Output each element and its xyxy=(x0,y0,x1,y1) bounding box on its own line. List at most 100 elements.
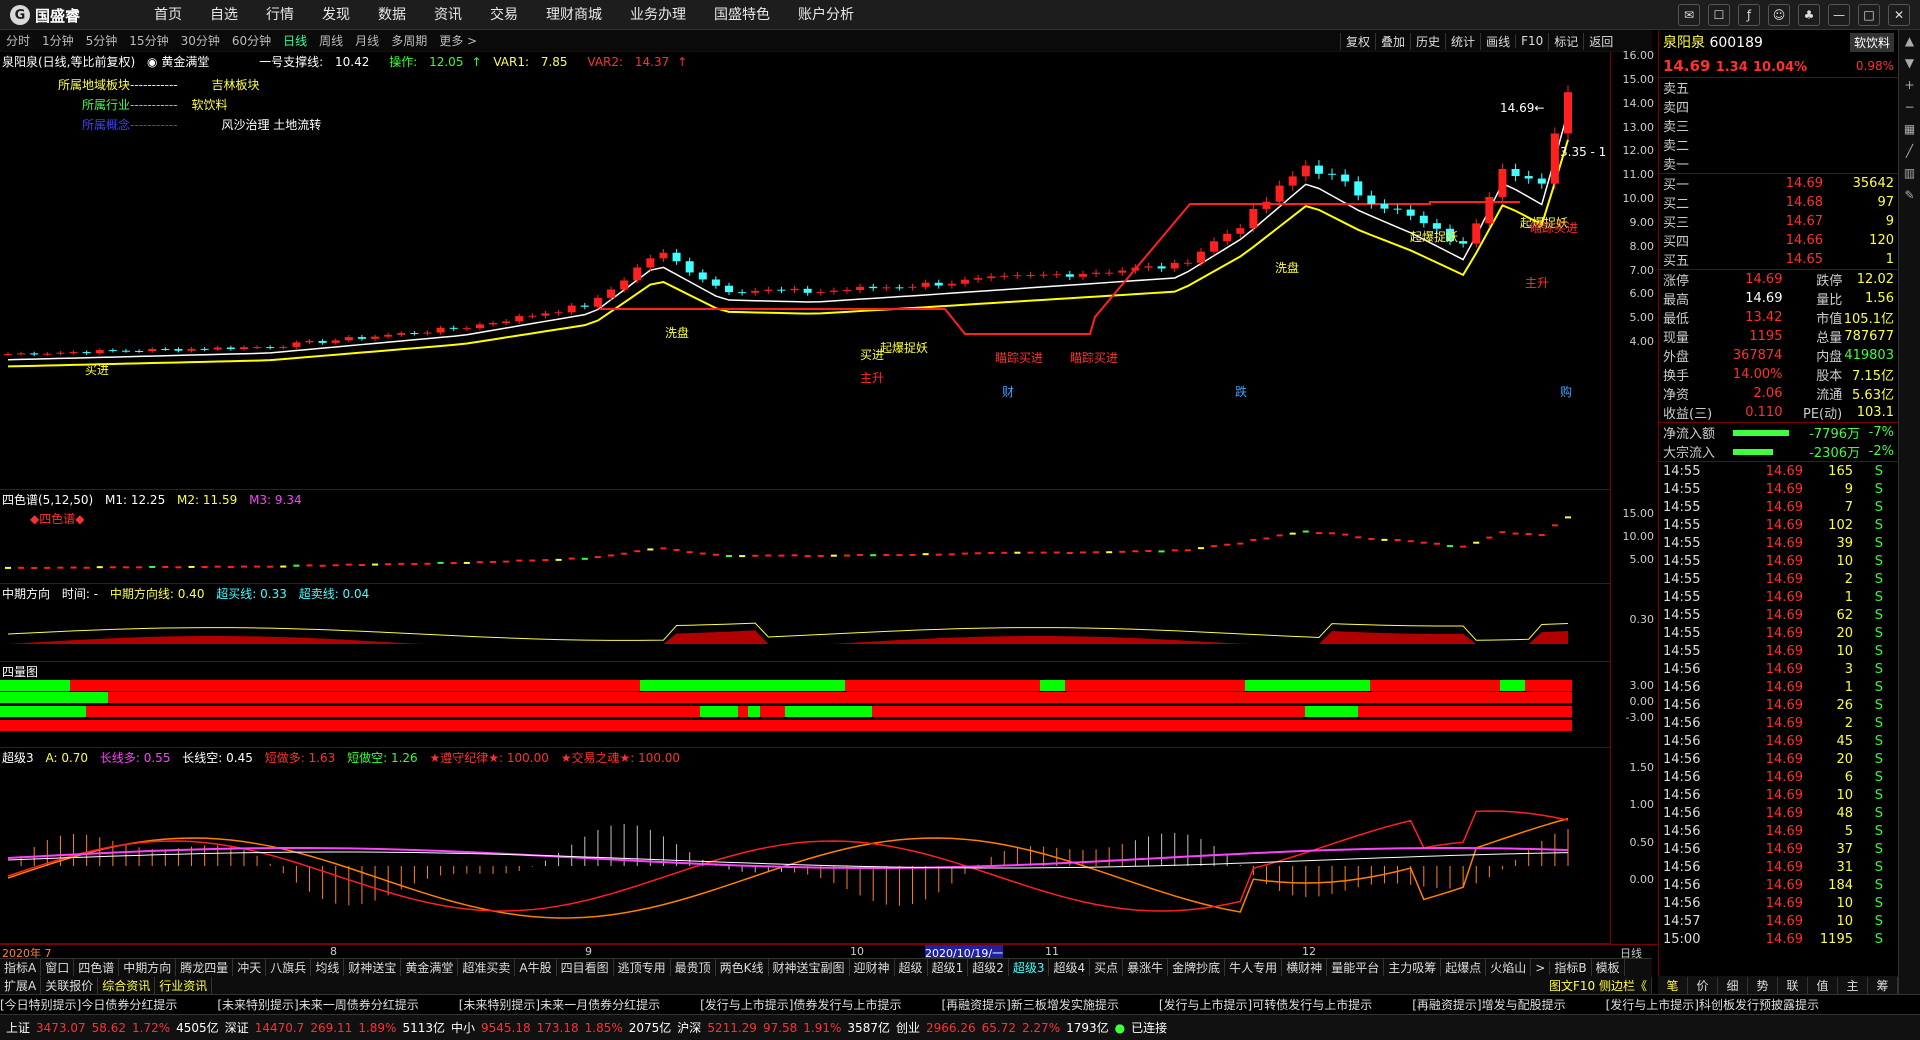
toolbar-button[interactable]: 历史 xyxy=(1410,32,1445,50)
period-tab[interactable]: 多周期 xyxy=(385,32,433,49)
info-tab[interactable]: 扩展A xyxy=(0,976,42,994)
toolbar-button[interactable]: 返回 xyxy=(1583,32,1618,50)
indicator-tab[interactable]: 超级3 xyxy=(1009,959,1050,976)
nav-item[interactable]: 国盛特色 xyxy=(700,0,784,30)
indicator-tab[interactable]: 火焰山 xyxy=(1486,959,1532,976)
toolbar-button[interactable]: 统计 xyxy=(1445,32,1480,50)
quote-tab[interactable]: 价 xyxy=(1688,976,1718,994)
indicator-tab[interactable]: 买点 xyxy=(1090,959,1124,976)
indicator-tab[interactable]: 财神送宝副图 xyxy=(769,959,850,976)
mail-icon[interactable]: ☐ xyxy=(1708,4,1730,26)
indicator-tab[interactable]: 超级1 xyxy=(928,959,969,976)
indicator-tab[interactable]: 两色K线 xyxy=(716,959,769,976)
zoom-out-icon[interactable]: − xyxy=(1899,96,1920,118)
indicator-tab[interactable]: 牛人专用 xyxy=(1225,959,1283,976)
quote-tab[interactable]: 主 xyxy=(1838,976,1868,994)
period-tab[interactable]: 更多 > xyxy=(433,32,483,49)
period-tab[interactable]: 30分钟 xyxy=(175,32,226,49)
period-tab[interactable]: 1分钟 xyxy=(36,32,80,49)
arrow-up-icon[interactable]: ▲ xyxy=(1899,30,1920,52)
nav-item[interactable]: 账户分析 xyxy=(784,0,868,30)
toolbar-button[interactable]: F10 xyxy=(1515,34,1548,48)
nav-item[interactable]: 自选 xyxy=(196,0,252,30)
toolbar-button[interactable]: 画线 xyxy=(1480,32,1515,50)
indicator-tab[interactable]: 四色谱 xyxy=(74,959,120,976)
indicator-tab[interactable]: 模板 xyxy=(1592,959,1625,976)
toolbar-button[interactable]: 叠加 xyxy=(1375,32,1410,50)
minimize-icon[interactable]: — xyxy=(1828,4,1850,26)
chart-line-icon[interactable]: ╱ xyxy=(1899,140,1920,162)
ticker-item[interactable]: [今日特别提示]今日债券分红提示 xyxy=(0,996,177,1013)
period-tab[interactable]: 60分钟 xyxy=(226,32,277,49)
ticker-item[interactable]: [发行与上市提示]科创板发行预披露提示 xyxy=(1606,996,1819,1013)
function-icon[interactable]: ƒ xyxy=(1738,4,1760,26)
ticker-item[interactable]: [再融资提示]新三板增发实施提示 xyxy=(942,996,1119,1013)
ticker-item[interactable]: [发行与上市提示]可转债发行与上市提示 xyxy=(1159,996,1372,1013)
indicator-tab[interactable]: 黄金满堂 xyxy=(401,959,459,976)
order-book-row[interactable]: 买三 14.67 9 xyxy=(1659,212,1898,231)
nav-item[interactable]: 业务办理 xyxy=(616,0,700,30)
four-color-panel[interactable]: 四色谱(5,12,50) M1: 12.25 M2: 11.59 M3: 9.3… xyxy=(0,490,1610,584)
ticker-item[interactable]: [发行与上市提示]债券发行与上市提示 xyxy=(700,996,901,1013)
indicator-tab[interactable]: 八旗兵 xyxy=(266,959,312,976)
zoom-in-icon[interactable]: + xyxy=(1899,74,1920,96)
indicator-tab[interactable]: 逃顶专用 xyxy=(614,959,671,976)
nav-item[interactable]: 理财商城 xyxy=(532,0,616,30)
order-book-row[interactable]: 卖一 xyxy=(1659,154,1898,173)
chat-icon[interactable]: ☺ xyxy=(1768,4,1790,26)
order-book-row[interactable]: 买一 14.69 35642 xyxy=(1659,174,1898,193)
order-book-row[interactable]: 卖五 xyxy=(1659,78,1898,97)
indicator-tab[interactable]: 四目看图 xyxy=(557,959,614,976)
indicator-tab[interactable]: 量能平台 xyxy=(1327,959,1385,976)
indicator-tab[interactable]: 起爆点 xyxy=(1441,959,1487,976)
news-ticker[interactable]: [今日特别提示]今日债券分红提示 [未来特别提示]未来一周债券分红提示 [未来特别提… xyxy=(0,994,1920,1014)
four-volume-panel[interactable]: 四量图 xyxy=(0,662,1610,748)
maximize-icon[interactable]: □ xyxy=(1858,4,1880,26)
indicator-tab[interactable]: 均线 xyxy=(311,959,345,976)
quote-tab[interactable]: 笔 xyxy=(1658,976,1688,994)
candlestick-chart[interactable]: 14.69←3.35 - 1起爆捉妖起爆捉妖起爆捉妖主升主升洗盘洗盘瞄踪买进 瞄踪… xyxy=(0,52,1610,490)
ticker-item[interactable]: [未来特别提示]未来一周债券分红提示 xyxy=(217,996,418,1013)
pen-icon[interactable]: ✎ xyxy=(1899,184,1920,206)
period-tab[interactable]: 日线 xyxy=(277,32,313,49)
k-line-icon[interactable]: ▥ xyxy=(1899,162,1920,184)
period-tab[interactable]: 月线 xyxy=(349,32,385,49)
indicator-tab[interactable]: A牛股 xyxy=(515,959,557,976)
toolbar-button[interactable]: 复权 xyxy=(1340,32,1375,50)
period-tab[interactable]: 15分钟 xyxy=(123,32,174,49)
order-book-row[interactable]: 卖三 xyxy=(1659,116,1898,135)
indicator-tab[interactable]: 最贵顶 xyxy=(671,959,716,976)
info-tab[interactable]: 行业资讯 xyxy=(155,976,213,994)
info-tab[interactable]: 关联报价 xyxy=(41,976,99,994)
quote-tab[interactable]: 势 xyxy=(1748,976,1778,994)
mid-direction-panel[interactable]: 中期方向 时间: - 中期方向线: 0.40 超买线: 0.33 超卖线: 0.… xyxy=(0,584,1610,662)
indicator-tab[interactable]: 冲天 xyxy=(233,959,267,976)
indicator-tab[interactable]: 金牌抄底 xyxy=(1168,959,1226,976)
arrow-down-icon[interactable]: ▼ xyxy=(1899,52,1920,74)
order-book-row[interactable]: 买四 14.66 120 xyxy=(1659,231,1898,250)
skin-icon[interactable]: ♣ xyxy=(1798,4,1820,26)
quote-tab[interactable]: 值 xyxy=(1808,976,1838,994)
period-tab[interactable]: 5分钟 xyxy=(80,32,124,49)
nav-item[interactable]: 资讯 xyxy=(420,0,476,30)
order-book-row[interactable]: 卖四 xyxy=(1659,97,1898,116)
quote-tab[interactable]: 细 xyxy=(1718,976,1748,994)
indicator-tab[interactable]: 财神送宝 xyxy=(344,959,402,976)
order-book-row[interactable]: 买五 14.65 1 xyxy=(1659,250,1898,269)
indicator-tab[interactable]: 横财神 xyxy=(1282,959,1328,976)
close-icon[interactable]: ✕ xyxy=(1888,4,1910,26)
nav-item[interactable]: 交易 xyxy=(476,0,532,30)
indicator-tab[interactable]: 主力吸筹 xyxy=(1384,959,1442,976)
indicator-tab[interactable]: > xyxy=(1531,960,1551,975)
ticker-item[interactable]: [再融资提示]增发与配股提示 xyxy=(1412,996,1565,1013)
indicator-tab[interactable]: 超准买卖 xyxy=(458,959,516,976)
indicator-tab[interactable]: 超级 xyxy=(895,959,928,976)
super3-panel[interactable]: 超级3 A: 0.70 长线多: 0.55 长线空: 0.45 短做多: 1.6… xyxy=(0,748,1610,944)
main-chart-panel[interactable]: 泉阳泉(日线,等比前复权) ◉ 黄金满堂 一号支撑线: 10.42 操作: 12… xyxy=(0,52,1610,490)
nav-item[interactable]: 行情 xyxy=(252,0,308,30)
indicator-tab[interactable]: 指标A xyxy=(0,959,42,976)
quote-tab[interactable]: 联 xyxy=(1778,976,1808,994)
indicator-tab[interactable]: 超级2 xyxy=(968,959,1009,976)
message-icon[interactable]: ✉ xyxy=(1678,4,1700,26)
indicator-tab[interactable]: 窗口 xyxy=(41,959,75,976)
